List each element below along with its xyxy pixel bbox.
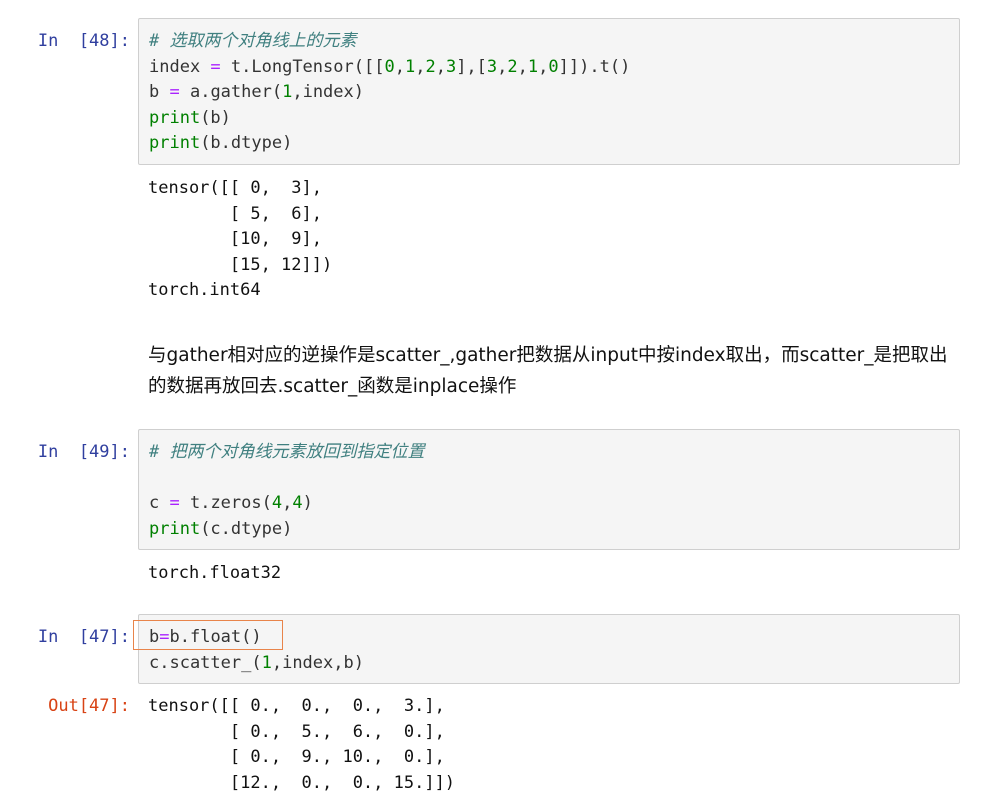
code-line: # 选取两个对角线上的元素 <box>149 29 949 55</box>
code-token: ,index,b) <box>271 652 364 673</box>
code-token: index <box>149 56 211 77</box>
code-token: 1 <box>527 56 539 77</box>
output-prompt: Out[47]: <box>48 696 130 716</box>
code-token: ,index) <box>292 82 364 102</box>
code-token: # 选取两个对角线上的元素 <box>149 31 357 51</box>
markdown-cell[interactable]: 与gather相对应的逆操作是scatter_,gather把数据从input中… <box>148 340 948 402</box>
code-token: ]]).t() <box>558 56 631 77</box>
code-token: 2 <box>425 56 436 77</box>
code-token: 0 <box>384 56 395 77</box>
input-prompt: In [49]: <box>37 442 130 462</box>
code-token: 1 <box>261 652 272 673</box>
code-editor[interactable]: # 选取两个对角线上的元素 index = t.LongTensor([[0,1,… <box>138 18 960 165</box>
code-token: 3 <box>486 56 498 77</box>
code-line: c = t.zeros(4,4) <box>149 491 949 517</box>
code-token: 4 <box>271 493 283 513</box>
output-line: tensor([[ 0, 3], <box>148 178 322 198</box>
code-token: , <box>282 493 293 513</box>
code-token: 1 <box>282 82 293 102</box>
code-line: print(b.dtype) <box>149 131 949 157</box>
output-line: [ 0., 9., 10., 0.], <box>148 747 445 767</box>
code-token: , <box>415 56 426 77</box>
output-line: torch.float32 <box>148 563 282 583</box>
code-token: , <box>538 56 549 77</box>
code-token: 3 <box>445 56 457 77</box>
code-token: , <box>497 56 508 77</box>
code-token: print <box>149 518 201 539</box>
code-token: (b) <box>200 107 231 128</box>
code-editor[interactable]: # 把两个对角线元素放回到指定位置 c = t.zeros(4,4) print(c… <box>138 429 960 550</box>
annotation-highlight-box <box>133 620 283 650</box>
markdown-text: 与gather相对应的逆操作是scatter_,gather把数据从input中… <box>148 345 948 397</box>
code-token: = <box>169 82 180 102</box>
code-token: ],[ <box>456 56 487 77</box>
code-token: = <box>210 56 221 77</box>
cell-output: tensor([[ 0., 0., 0., 3.], [ 0., 5., 6.,… <box>148 694 960 796</box>
output-line: tensor([[ 0., 0., 0., 3.], <box>148 696 445 716</box>
code-line: # 把两个对角线元素放回到指定位置 <box>149 440 949 466</box>
output-line: [ 0., 5., 6., 0.], <box>148 721 445 742</box>
code-line: print(c.dtype) <box>149 517 949 543</box>
code-token: t.zeros( <box>179 493 272 513</box>
output-line: [10, 9], <box>148 229 322 249</box>
code-line: b = a.gather(1,index) <box>149 80 949 106</box>
code-line: print(b) <box>149 106 949 132</box>
code-token: 4 <box>292 493 303 513</box>
code-token: print <box>149 133 201 153</box>
output-line: torch.int64 <box>148 280 261 300</box>
cell-output: tensor([[ 0, 3], [ 5, 6], [10, 9], [15, … <box>148 176 960 304</box>
code-token: ) <box>302 493 313 513</box>
input-prompt: In [48]: <box>37 31 130 51</box>
code-token: a.gather( <box>179 82 283 102</box>
code-line: index = t.LongTensor([[0,1,2,3],[3,2,1,0… <box>149 55 949 81</box>
code-token: 0 <box>548 56 559 77</box>
cell-output: torch.float32 <box>148 561 960 587</box>
code-token: = <box>169 493 180 513</box>
code-token: c.scatter_( <box>149 652 262 673</box>
code-token: 2 <box>507 56 518 77</box>
code-token: t.LongTensor([[ <box>220 56 385 77</box>
code-token: , <box>394 56 405 77</box>
code-token: , <box>435 56 446 77</box>
code-token: (b.dtype) <box>200 133 293 153</box>
output-line: [15, 12]]) <box>148 254 333 275</box>
code-token: c <box>149 493 170 513</box>
output-line: [ 5, 6], <box>148 203 322 224</box>
code-token: , <box>517 56 528 77</box>
input-prompt: In [47]: <box>37 627 130 647</box>
code-token: print <box>149 107 201 128</box>
code-token: # 把两个对角线元素放回到指定位置 <box>149 442 425 462</box>
code-token: (c.dtype) <box>200 518 293 539</box>
code-token: b <box>149 82 170 102</box>
output-line: [12., 0., 0., 15.]]) <box>148 772 456 793</box>
code-line: c.scatter_(1,index,b) <box>149 651 949 677</box>
code-token: 1 <box>404 56 416 77</box>
